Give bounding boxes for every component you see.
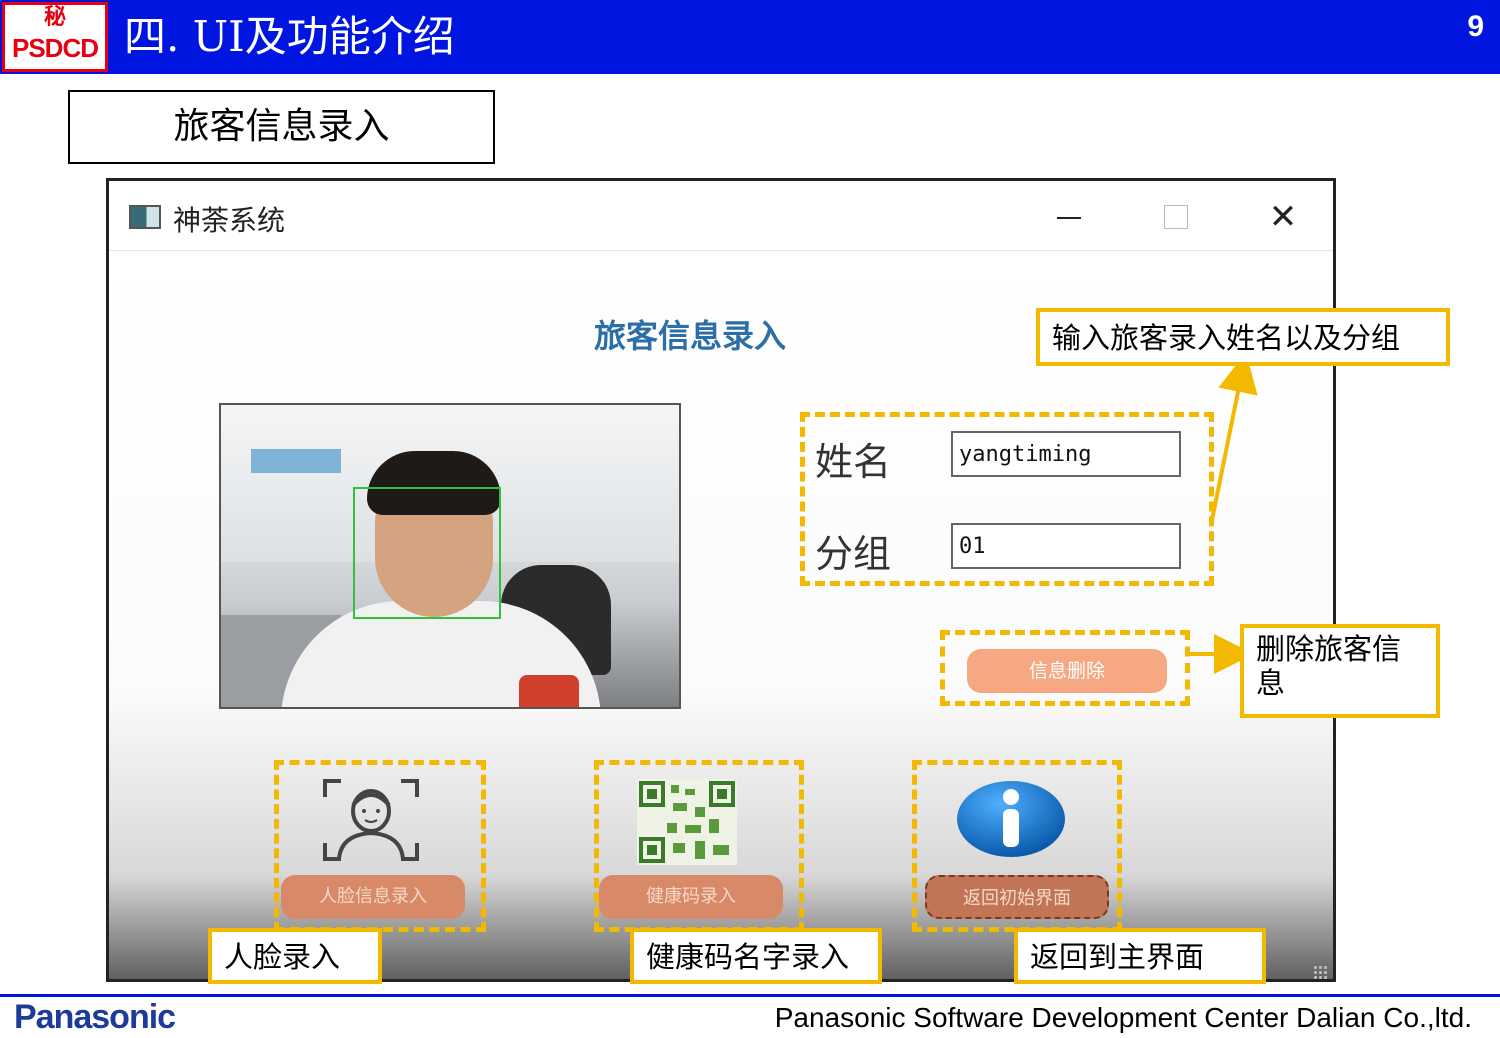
- panasonic-logo: Panasonic: [14, 998, 176, 1036]
- arrow-to-input-hint: [1210, 352, 1258, 521]
- footer-divider: [0, 994, 1500, 997]
- health-hint-callout: 健康码名字录入: [630, 928, 882, 984]
- delete-hint-callout: 删除旅客信息: [1240, 624, 1440, 718]
- return-hint-callout: 返回到主界面: [1014, 928, 1266, 984]
- annotation-arrows: [1190, 352, 1258, 674]
- face-hint-callout: 人脸录入: [208, 928, 382, 984]
- input-hint-callout: 输入旅客录入姓名以及分组: [1036, 308, 1450, 366]
- company-name: Panasonic Software Development Center Da…: [774, 1002, 1472, 1033]
